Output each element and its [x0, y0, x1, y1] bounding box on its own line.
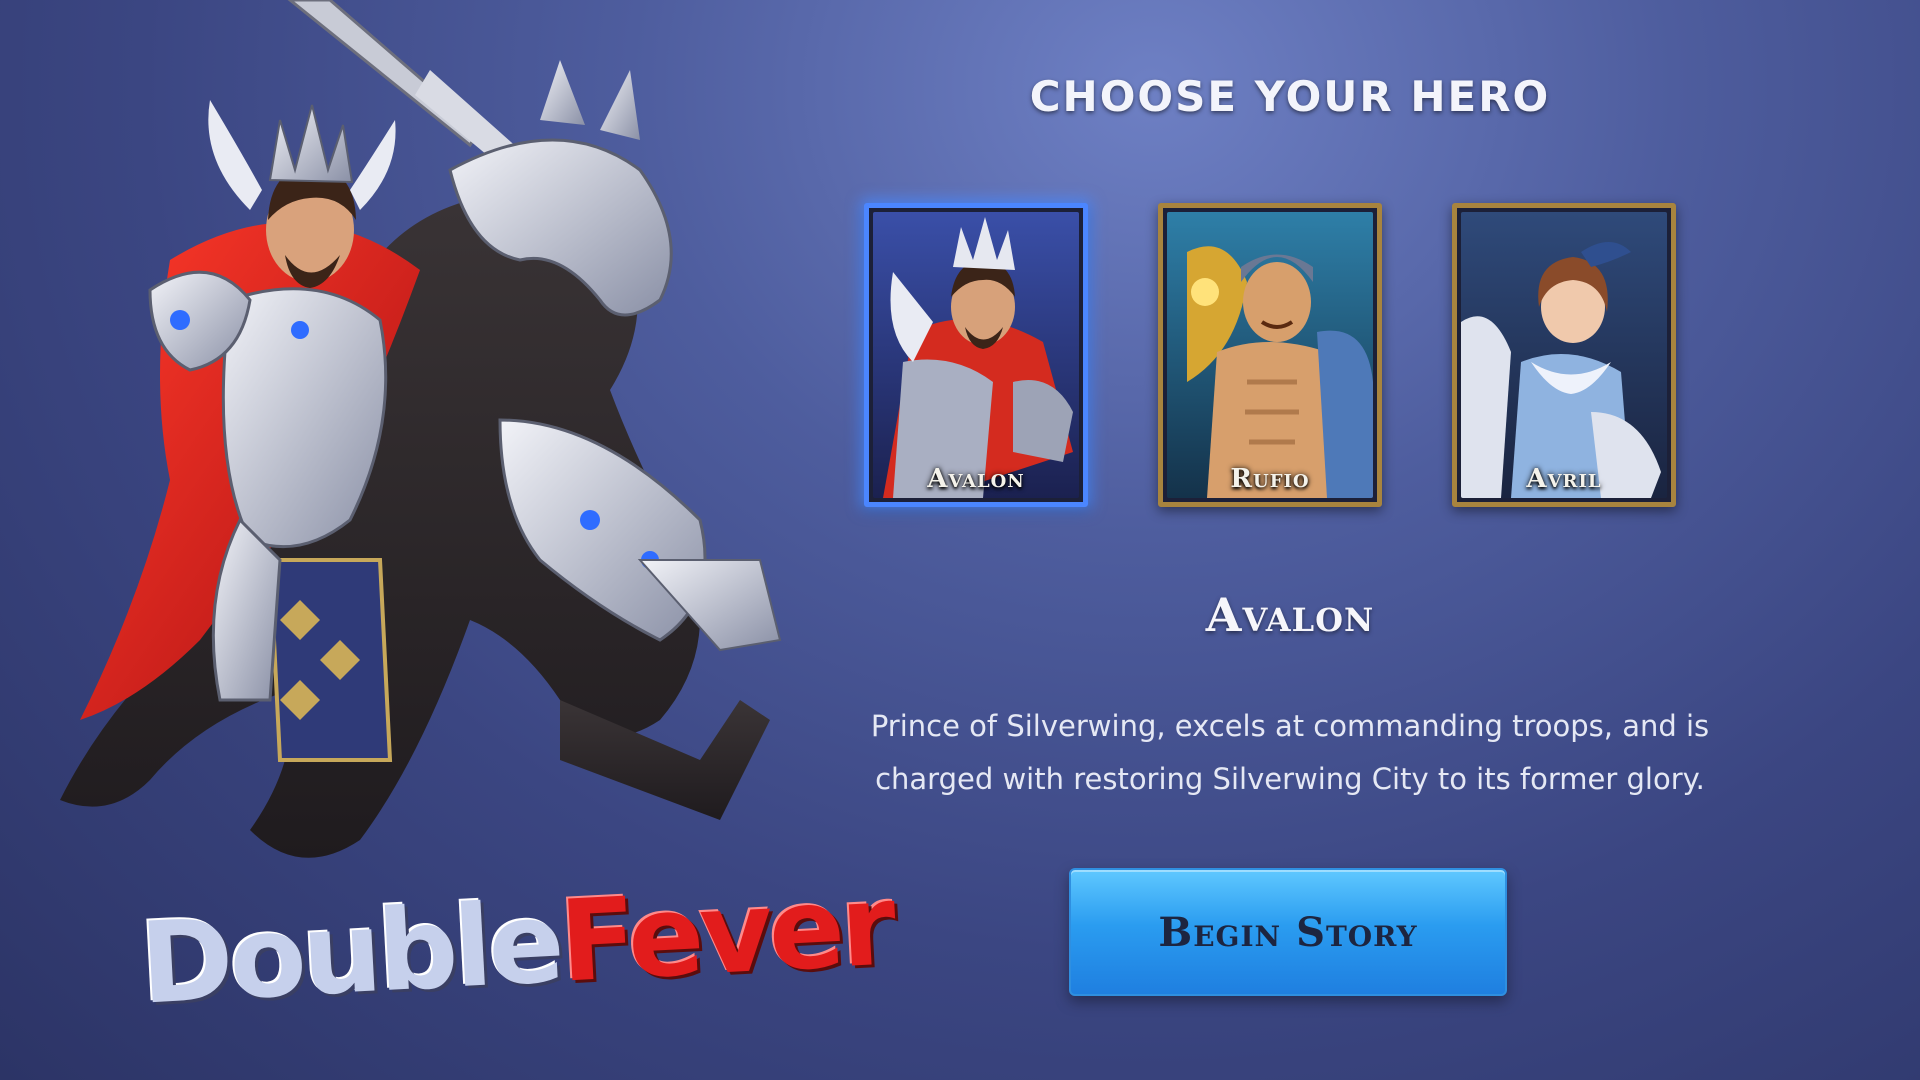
- hero-card-rufio[interactable]: Rufio: [1158, 203, 1382, 507]
- begin-story-button[interactable]: Begin Story: [1069, 868, 1507, 996]
- watermark-part-1: Double: [137, 877, 564, 1030]
- warrior-portrait-icon: [1167, 212, 1373, 498]
- card-frame: [1461, 212, 1667, 498]
- selected-hero-description: Prince of Silverwing, excels at commandi…: [870, 709, 1710, 796]
- hero-card-name: Avril: [1526, 464, 1602, 494]
- hero-select-screen: CHOOSE YOUR HERO Avalon Rufio Avril Aval…: [0, 0, 1920, 1080]
- watermark-part-2: Fever: [556, 860, 896, 1008]
- knight-portrait-icon: [873, 212, 1079, 498]
- hero-card-avalon[interactable]: Avalon: [864, 203, 1088, 507]
- card-frame: [1167, 212, 1373, 498]
- hero-card-name: Avalon: [927, 464, 1025, 494]
- selected-hero-name: Avalon: [1205, 588, 1375, 642]
- hero-card-name: Rufio: [1230, 464, 1310, 494]
- card-frame: [873, 212, 1079, 498]
- mage-portrait-icon: [1461, 212, 1667, 498]
- screen-title: CHOOSE YOUR HERO: [1029, 72, 1551, 121]
- hero-card-avril[interactable]: Avril: [1452, 203, 1676, 507]
